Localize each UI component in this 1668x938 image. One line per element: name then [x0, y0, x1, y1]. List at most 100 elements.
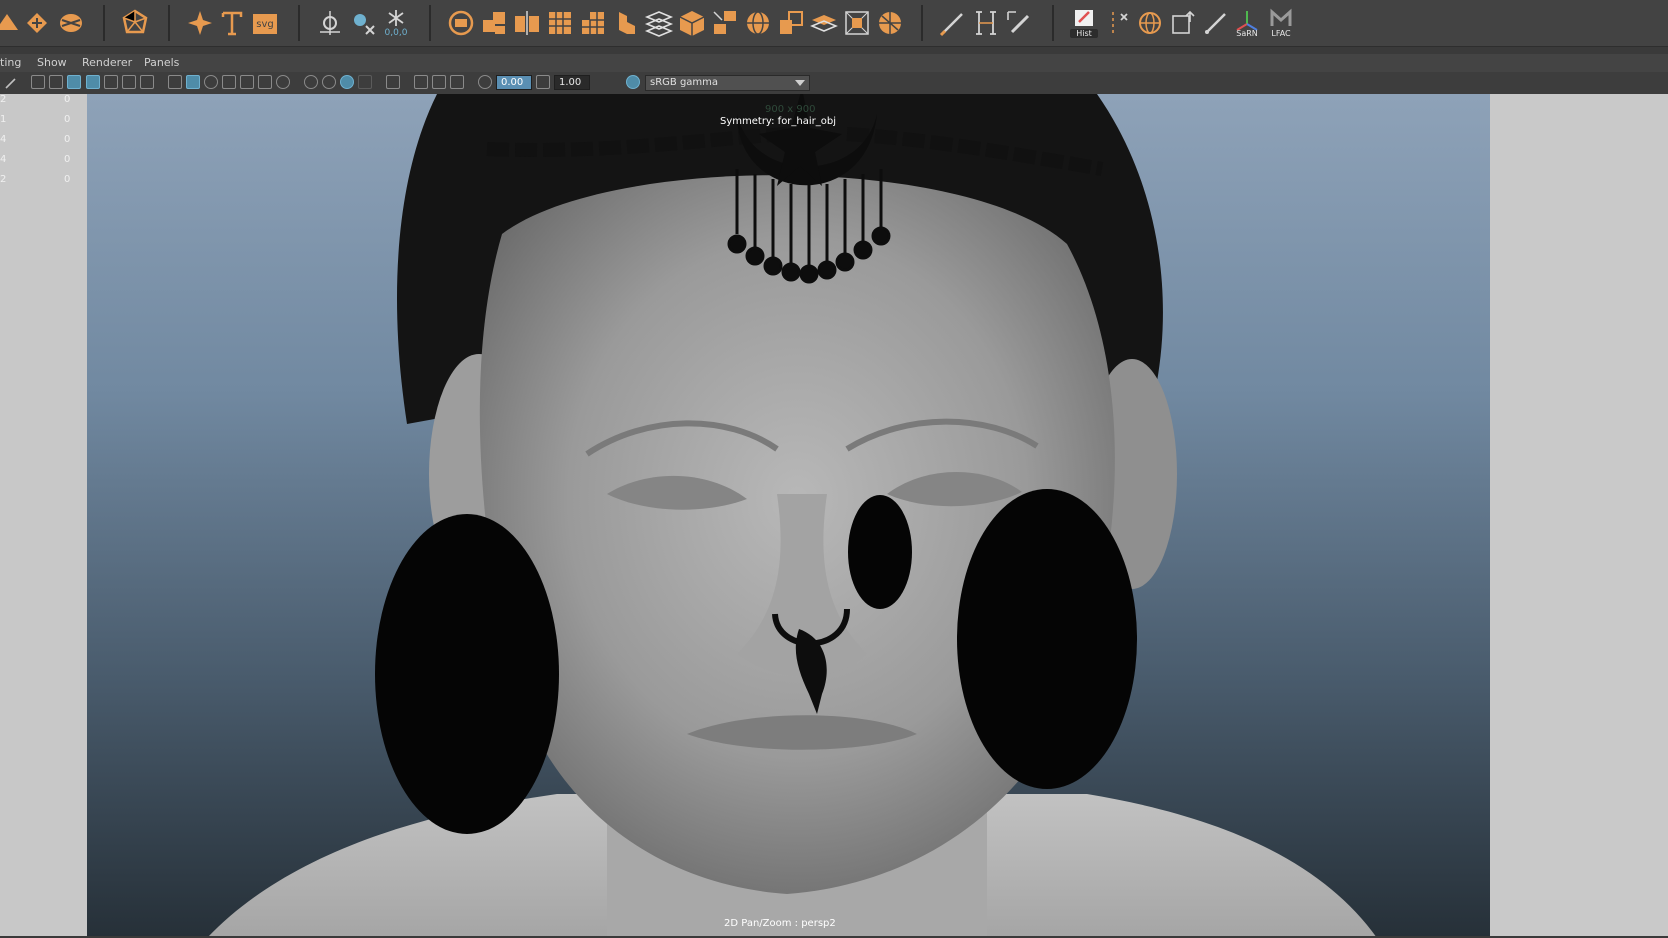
sarn-icon[interactable]: SaRN — [1230, 6, 1264, 40]
color-space-value: sRGB gamma — [650, 77, 719, 88]
sparkle-star-icon[interactable] — [183, 6, 217, 40]
bounding-box-icon[interactable] — [840, 6, 874, 40]
stack-planes-icon[interactable] — [642, 6, 676, 40]
sarn-badge: SaRN — [1236, 29, 1258, 38]
planes-icon[interactable] — [807, 6, 841, 40]
freeze-transform-icon[interactable]: 0,0,0 — [379, 6, 413, 40]
shelf-separator — [1052, 5, 1054, 41]
extrude-grid-icon[interactable] — [543, 6, 577, 40]
shelf-separator — [429, 5, 431, 41]
panel-toolbar: 0.00 1.00 sRGB gamma — [0, 72, 1668, 95]
polyhedron-icon[interactable] — [118, 6, 152, 40]
stat-value: 0 — [64, 114, 71, 125]
isolate-select-icon[interactable] — [386, 75, 400, 89]
combine-icon[interactable] — [477, 6, 511, 40]
mirror-icon[interactable] — [510, 6, 544, 40]
lfac-badge: LFAC — [1271, 29, 1291, 38]
sphere-wire-icon[interactable] — [54, 6, 88, 40]
boolean-icon[interactable] — [774, 6, 808, 40]
gamma-icon[interactable] — [536, 75, 550, 89]
sculpt-model — [207, 94, 1377, 938]
pencil-icon[interactable] — [4, 75, 18, 89]
gamma-field[interactable]: 1.00 — [554, 75, 590, 90]
brush-icon[interactable] — [1199, 6, 1233, 40]
transform-box-icon[interactable] — [1166, 6, 1200, 40]
separate-icon[interactable] — [708, 6, 742, 40]
stat-value: 4 — [0, 134, 7, 145]
color-management-icon[interactable] — [626, 75, 640, 89]
exposure-field[interactable]: 0.00 — [496, 75, 532, 90]
textured-icon[interactable] — [258, 75, 272, 89]
left-outliner-panel — [0, 94, 87, 938]
chevron-down-icon — [795, 80, 805, 86]
bevel-grid-icon[interactable] — [576, 6, 610, 40]
pencil-curve-icon[interactable] — [936, 6, 970, 40]
menu-panels[interactable]: Panels — [144, 56, 179, 69]
stat-value: 0 — [64, 174, 71, 185]
text-tool-icon[interactable] — [215, 6, 249, 40]
menu-renderer[interactable]: Renderer — [82, 56, 132, 69]
menu-show[interactable]: Show — [37, 56, 67, 69]
svg-icon-label: svg — [256, 19, 273, 30]
shelf-separator — [168, 5, 170, 41]
backface-icon[interactable] — [450, 75, 464, 89]
cube-icon[interactable] — [675, 6, 709, 40]
lights-icon[interactable] — [276, 75, 290, 89]
hud-resolution: 900 x 900 — [765, 104, 816, 115]
nose-disc — [848, 495, 912, 609]
grid-icon[interactable] — [31, 75, 45, 89]
bridge-icon[interactable] — [609, 6, 643, 40]
safe-title-icon[interactable] — [140, 75, 154, 89]
hist-icon[interactable]: Hist — [1067, 6, 1101, 40]
lfac-icon[interactable]: LFAC — [1264, 6, 1298, 40]
right-side-panel — [1490, 94, 1668, 938]
safe-action-icon[interactable] — [122, 75, 136, 89]
stat-value: 0 — [64, 94, 71, 105]
retopo-icon[interactable] — [873, 6, 907, 40]
stat-value: 2 — [0, 174, 7, 185]
stat-value: 2 — [0, 94, 7, 105]
film-gate-icon[interactable] — [49, 75, 63, 89]
poly-layer-icon[interactable] — [444, 6, 478, 40]
stat-value: 0 — [64, 134, 71, 145]
pivot-icon[interactable] — [313, 6, 347, 40]
snap-scale-icon[interactable] — [346, 6, 380, 40]
shelf-toolbar: svg 0,0,0 Hist SaRN LFAC — [0, 0, 1668, 47]
color-space-select[interactable]: sRGB gamma — [645, 75, 810, 91]
xray-joints-icon[interactable] — [414, 75, 428, 89]
shelf-separator — [921, 5, 923, 41]
xray-active-icon[interactable] — [432, 75, 446, 89]
xray-icon[interactable] — [240, 75, 254, 89]
gate-mask-icon[interactable] — [86, 75, 100, 89]
shelf-separator — [103, 5, 105, 41]
smooth-shade-icon[interactable] — [186, 75, 200, 89]
stat-value: 1 — [0, 114, 7, 125]
hist-badge: Hist — [1070, 29, 1098, 38]
exposure-icon[interactable] — [478, 75, 492, 89]
menu-lighting[interactable]: ting — [0, 56, 21, 69]
scatter-icon[interactable] — [1103, 6, 1137, 40]
hud-camera-label: 2D Pan/Zoom : persp2 — [724, 918, 836, 929]
stat-value: 4 — [0, 154, 7, 165]
edit-pencil-icon[interactable] — [1002, 6, 1036, 40]
resolution-gate-icon[interactable] — [67, 75, 81, 89]
left-earring — [375, 514, 559, 834]
svg-tool-icon[interactable]: svg — [248, 6, 282, 40]
ambient-occlusion-icon[interactable] — [322, 75, 336, 89]
wireframe-icon[interactable] — [168, 75, 182, 89]
sphere-icon[interactable] — [1133, 6, 1167, 40]
sphere-grid-icon[interactable] — [741, 6, 775, 40]
shadows-icon[interactable] — [304, 75, 318, 89]
field-chart-icon[interactable] — [104, 75, 118, 89]
default-material-icon[interactable] — [204, 75, 218, 89]
anti-alias-icon[interactable] — [358, 75, 372, 89]
wireframe-on-shaded-icon[interactable] — [222, 75, 236, 89]
panel-menu-bar: ting Show Renderer Panels — [0, 54, 1668, 72]
shelf-divider — [0, 47, 1668, 54]
3d-viewport[interactable] — [87, 94, 1490, 938]
motion-blur-icon[interactable] — [340, 75, 354, 89]
diamond-icon[interactable] — [20, 6, 54, 40]
coord-badge: 0,0,0 — [384, 28, 408, 38]
bracket-icon[interactable] — [969, 6, 1003, 40]
stat-value: 0 — [64, 154, 71, 165]
